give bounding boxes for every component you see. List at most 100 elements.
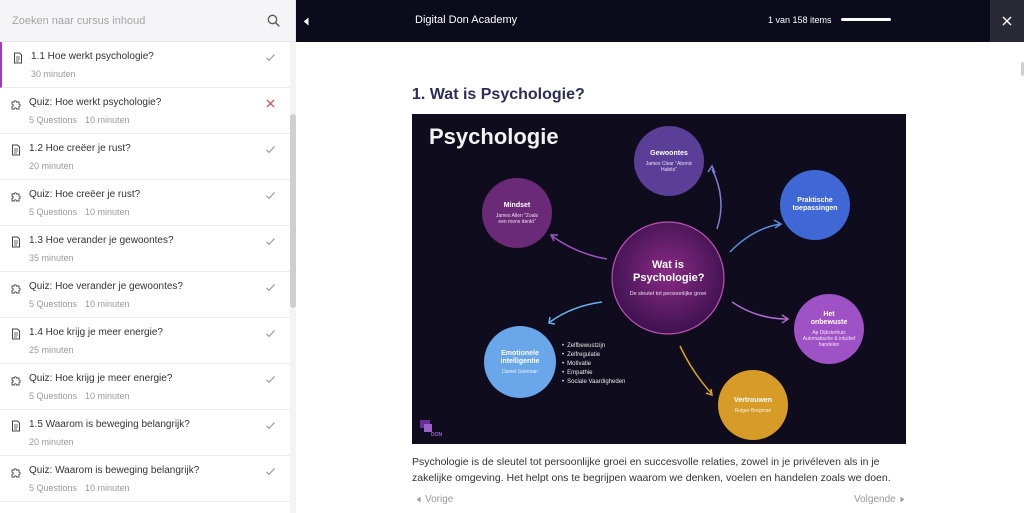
bullet-item: Empathie [562, 369, 625, 378]
gewoontes-bubble: Gewoontes James Clear "Atomic Habits" [634, 126, 704, 196]
check-icon [266, 375, 275, 384]
item-meta: 5 Questions 10 minuten [29, 115, 280, 125]
list-item[interactable]: Quiz: Waarom is beweging belangrijk? 5 Q… [0, 456, 290, 502]
emotionele-bubble: Emotionele intelligentie Daniel Goleman [484, 326, 556, 398]
item-title: Quiz: Hoe werkt psychologie? [29, 97, 162, 108]
item-meta: 30 minuten [31, 69, 280, 79]
item-duration: 30 minuten [31, 69, 76, 79]
list-item[interactable]: Quiz: Hoe creëer je rust? 5 Questions 10 … [0, 180, 290, 226]
caret-left-icon [303, 17, 309, 25]
praktische-title: Praktische toepassingen [792, 197, 838, 212]
check-icon [266, 467, 275, 476]
list-item[interactable]: 1.4 Hoe krijg je meer energie? 25 minute… [0, 318, 290, 364]
previous-label: Vorige [425, 494, 454, 505]
item-title: 1.4 Hoe krijg je meer energie? [29, 327, 163, 338]
mindset-title: Mindset [503, 201, 531, 209]
praktische-bubble: Praktische toepassingen [780, 170, 850, 240]
arrow-emotionele [549, 301, 603, 323]
vertrouwen-title: Vertrouwen [733, 396, 773, 404]
list-item[interactable]: 1.3 Hoe verander je gewoontes? 35 minute… [0, 226, 290, 272]
vertrouwen-subtitle: Rutger Bregman [734, 407, 772, 414]
logo-text: DON [431, 432, 443, 438]
item-duration: 10 minuten [85, 483, 130, 493]
item-meta: 5 Questions 10 minuten [29, 299, 280, 309]
next-label: Volgende [854, 494, 896, 505]
item-title: 1.3 Hoe verander je gewoontes? [29, 235, 174, 246]
gewoontes-title: Gewoontes [650, 149, 688, 157]
document-icon [12, 420, 20, 432]
close-button[interactable] [990, 0, 1024, 42]
lesson-figure: Psychologie Wat is Psychologie? De sleut… [412, 114, 906, 444]
puzzle-icon [11, 192, 21, 202]
item-title: 1.5 Waarom is beweging belangrijk? [29, 419, 190, 430]
arrow-gewoontes [711, 168, 722, 230]
item-duration: 20 minuten [29, 161, 74, 171]
search-bar [0, 0, 295, 42]
arrow-vertrouwen [679, 345, 713, 395]
item-duration: 10 minuten [85, 391, 130, 401]
item-meta: 5 Questions 10 minuten [29, 483, 280, 493]
emotionele-subtitle: Daniel Goleman [502, 368, 538, 375]
puzzle-icon [11, 284, 21, 294]
next-link[interactable]: Volgende [854, 494, 909, 505]
item-duration: 20 minuten [29, 437, 74, 447]
item-counter: 1 van 158 items [768, 15, 832, 25]
item-meta: 5 Questions 10 minuten [29, 207, 280, 217]
mindset-subtitle: James Allen "Zoals een mens denkt" [495, 212, 539, 225]
item-duration: 10 minuten [85, 115, 130, 125]
item-questions: 5 Questions [29, 299, 78, 309]
item-meta: 25 minuten [29, 345, 280, 355]
check-icon [266, 421, 275, 430]
document-icon [14, 52, 22, 64]
list-item[interactable]: 1.2 Hoe creëer je rust? 20 minuten [0, 134, 290, 180]
lesson-list: 1.1 Hoe werkt psychologie? 30 minuten Qu… [0, 42, 290, 513]
item-duration: 25 minuten [29, 345, 74, 355]
item-title: 1.1 Hoe werkt psychologie? [31, 51, 154, 62]
item-meta: 20 minuten [29, 161, 280, 171]
document-icon [12, 144, 20, 156]
arrow-onbewuste [731, 301, 788, 320]
check-icon [266, 329, 275, 338]
puzzle-icon [11, 468, 21, 478]
page-scrollbar[interactable] [1018, 42, 1024, 513]
center-bubble: Wat is Psychologie? De sleutel tot perso… [612, 222, 724, 334]
search-input[interactable] [12, 14, 263, 27]
bullet-item: Sociale Vaardigheden [562, 378, 625, 387]
course-sidebar: 1.1 Hoe werkt psychologie? 30 minuten Qu… [0, 0, 296, 513]
course-progress-bar [841, 18, 891, 21]
document-icon [12, 328, 20, 340]
document-icon [12, 236, 20, 248]
item-questions: 5 Questions [29, 391, 78, 401]
item-meta: 5 Questions 10 minuten [29, 391, 280, 401]
list-item[interactable]: Quiz: Hoe krijg je meer energie? 5 Quest… [0, 364, 290, 410]
item-title: 1.2 Hoe creëer je rust? [29, 143, 131, 154]
onbewuste-subtitle: Ap Dijksterhuis Automatische & intuïtief… [802, 329, 856, 348]
caret-right-icon [900, 496, 904, 503]
cross-icon [266, 99, 275, 108]
item-title: Quiz: Waarom is beweging belangrijk? [29, 465, 200, 476]
item-title: Quiz: Hoe verander je gewoontes? [29, 281, 183, 292]
item-meta: 20 minuten [29, 437, 280, 447]
puzzle-icon [11, 376, 21, 386]
item-title: Quiz: Hoe krijg je meer energie? [29, 373, 173, 384]
search-icon[interactable] [263, 11, 283, 31]
collapse-sidebar-button[interactable] [296, 0, 316, 42]
item-title: Quiz: Hoe creëer je rust? [29, 189, 141, 200]
lesson-title: 1. Wat is Psychologie? [412, 86, 585, 103]
vertrouwen-bubble: Vertrouwen Rutger Bregman [718, 370, 788, 440]
item-duration: 10 minuten [85, 299, 130, 309]
caret-left-icon [416, 496, 421, 503]
previous-link[interactable]: Vorige [412, 494, 453, 505]
item-duration: 35 minuten [29, 253, 74, 263]
list-item[interactable]: Quiz: Hoe werkt psychologie? 5 Questions… [0, 88, 290, 134]
check-icon [266, 145, 275, 154]
check-icon [266, 283, 275, 292]
list-item[interactable]: 1.5 Waarom is beweging belangrijk? 20 mi… [0, 410, 290, 456]
bullet-item: Motivatie [562, 360, 625, 369]
item-questions: 5 Questions [29, 115, 78, 125]
mindset-bubble: Mindset James Allen "Zoals een mens denk… [482, 178, 552, 248]
center-subtitle: De sleutel tot persoonlijke groei [629, 290, 707, 297]
list-item[interactable]: Quiz: Hoe verander je gewoontes? 5 Quest… [0, 272, 290, 318]
list-item[interactable]: 1.1 Hoe werkt psychologie? 30 minuten [0, 42, 290, 88]
center-title: Wat is Psychologie? [633, 258, 705, 284]
